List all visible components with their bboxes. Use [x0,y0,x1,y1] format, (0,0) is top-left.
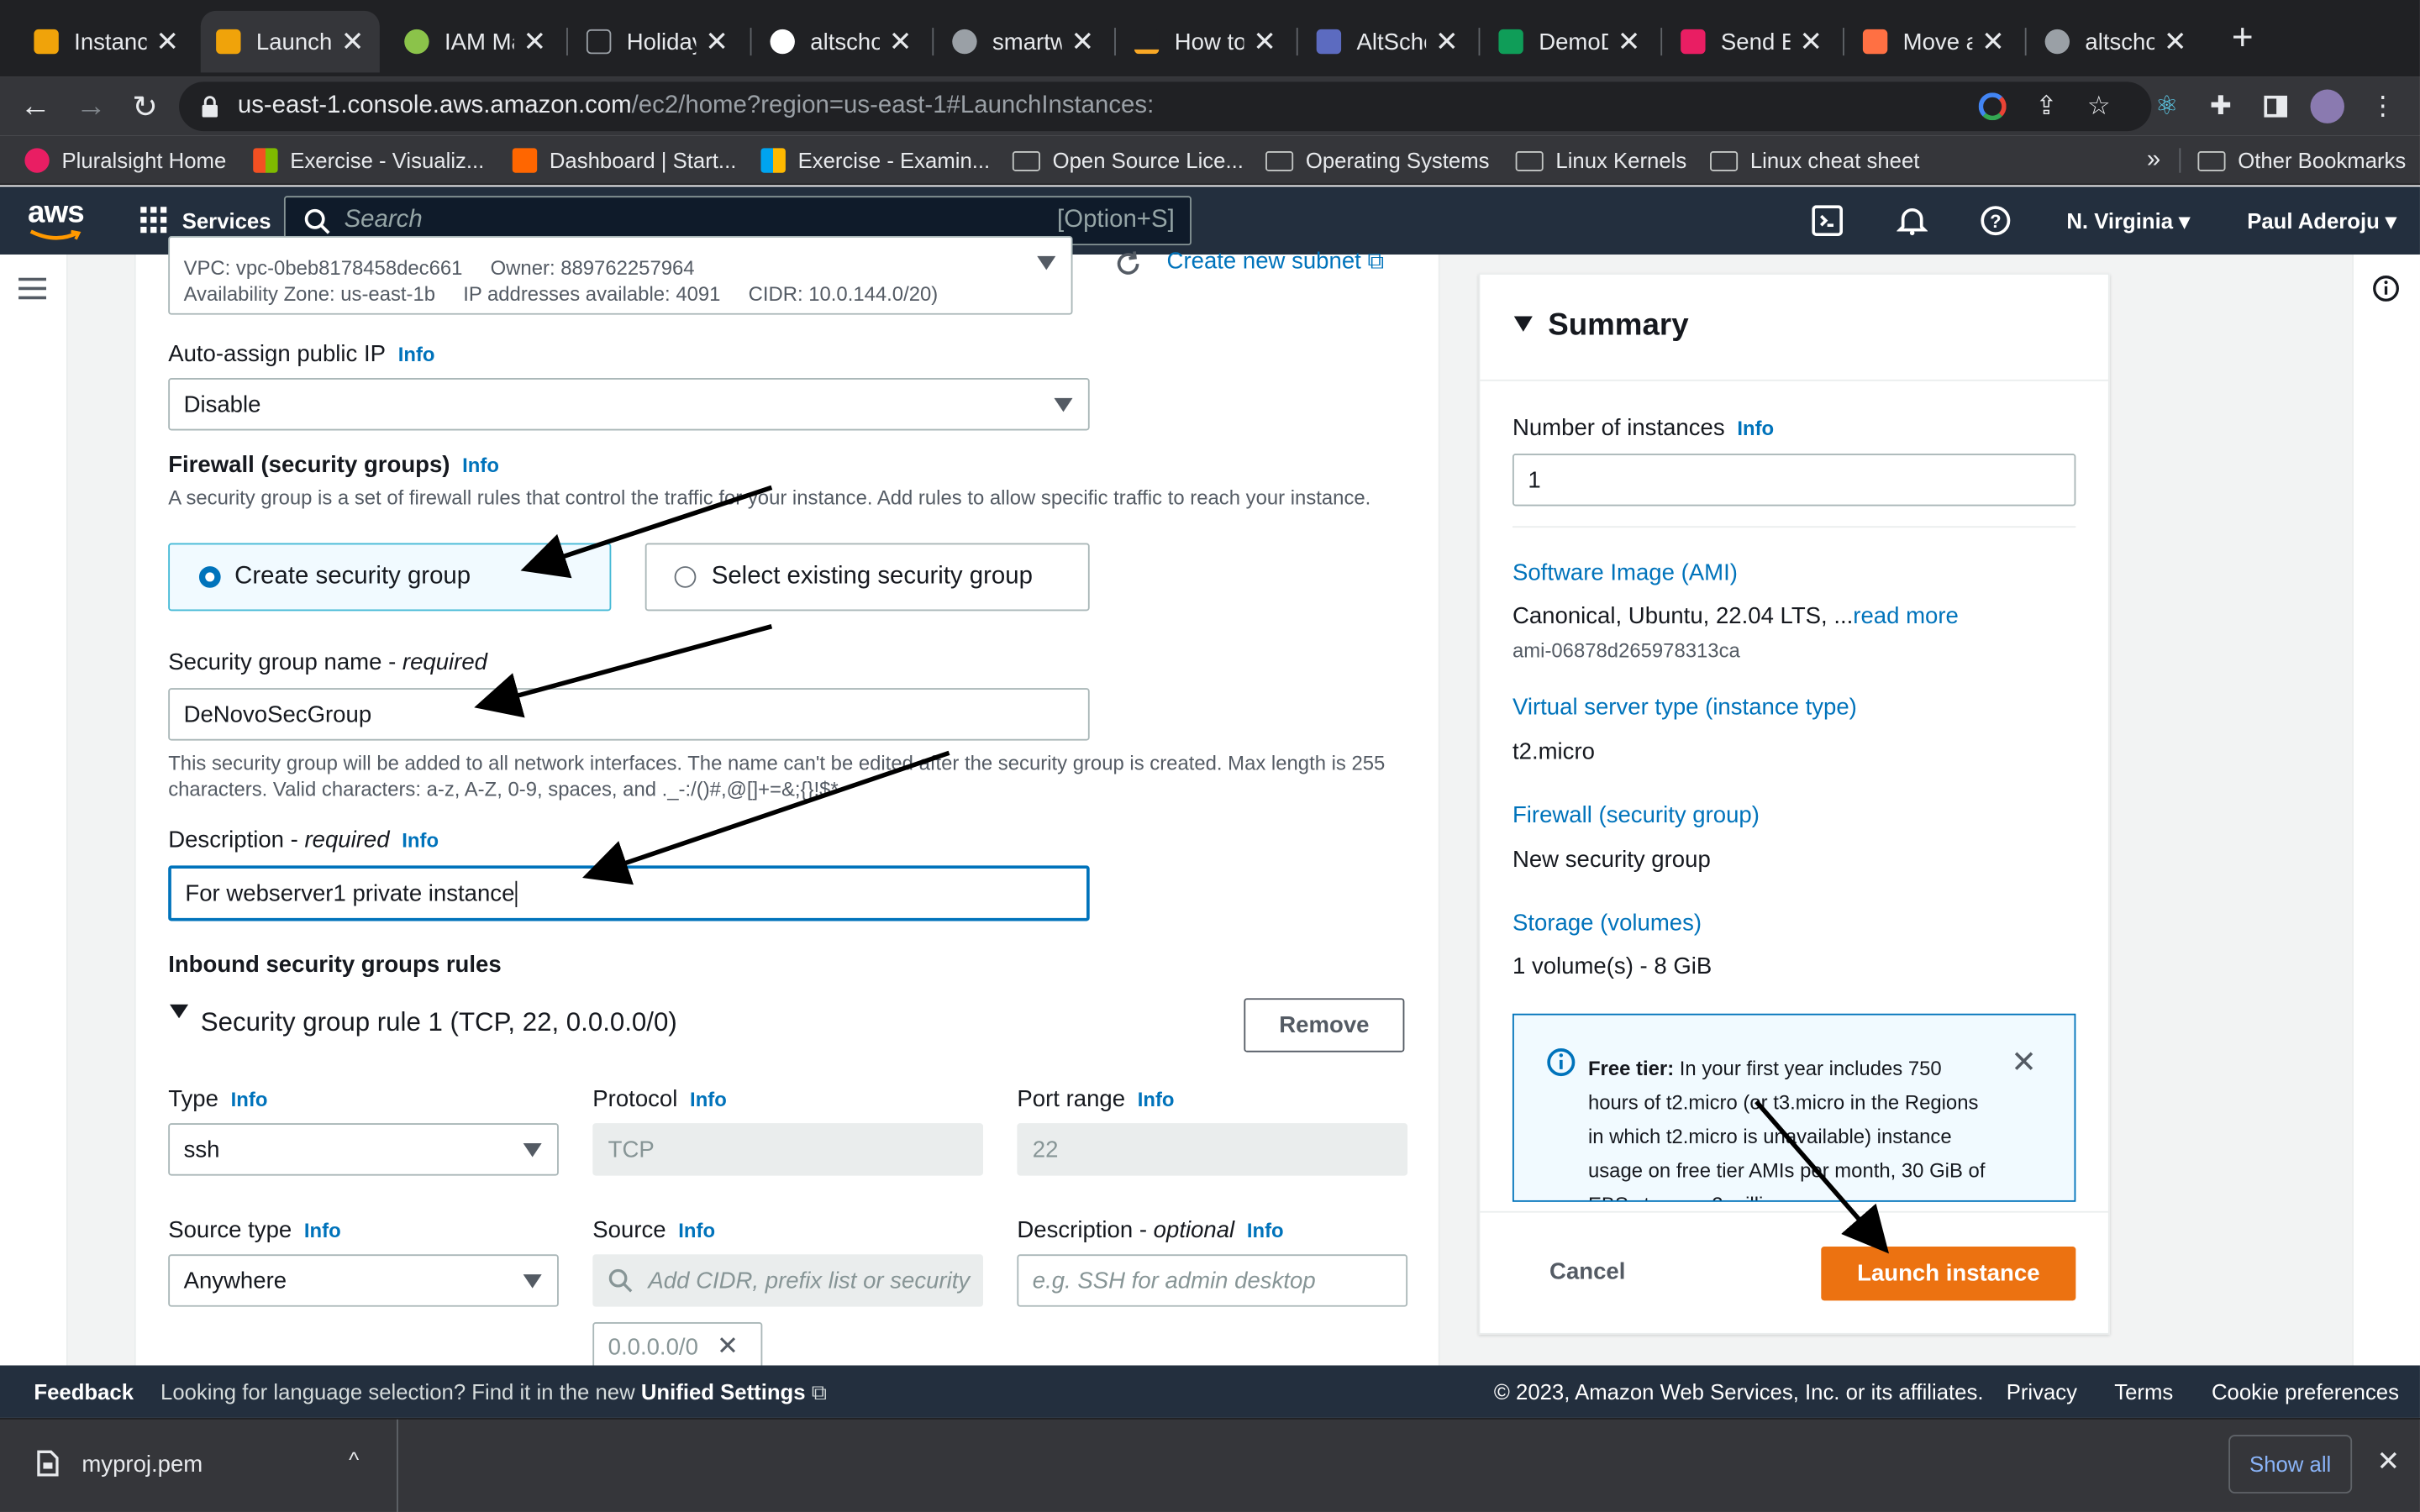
language-notice: Looking for language selection? Find it … [160,1379,828,1404]
download-filename: myproj.pem [82,1452,203,1478]
cookie-preferences-link[interactable]: Cookie preferences [2212,1379,2399,1404]
console-footer: Feedback Looking for language selection?… [0,1365,2420,1418]
annotation-arrow [520,485,773,579]
show-all-downloads-button[interactable]: Show all [2228,1435,2353,1494]
unified-settings-link[interactable]: Unified Settings [641,1379,806,1404]
annotation-arrow [1754,1100,1890,1254]
download-item[interactable]: myproj.pem ^ [0,1419,398,1512]
external-link-icon: ⧉ [811,1379,828,1404]
privacy-link[interactable]: Privacy [2007,1379,2077,1404]
copyright: © 2023, Amazon Web Services, Inc. or its… [1493,1379,1984,1404]
terms-link[interactable]: Terms [2114,1379,2173,1404]
annotation-arrow [474,624,773,718]
close-icon[interactable]: ✕ [2377,1446,2401,1478]
annotation-arrows [474,485,1890,1254]
annotation-arrow [582,750,950,885]
downloads-bar: myproj.pem ^ Show all ✕ [0,1417,2420,1512]
chevron-up-icon[interactable]: ^ [349,1447,359,1472]
feedback-link[interactable]: Feedback [34,1379,134,1404]
file-icon [37,1450,59,1477]
